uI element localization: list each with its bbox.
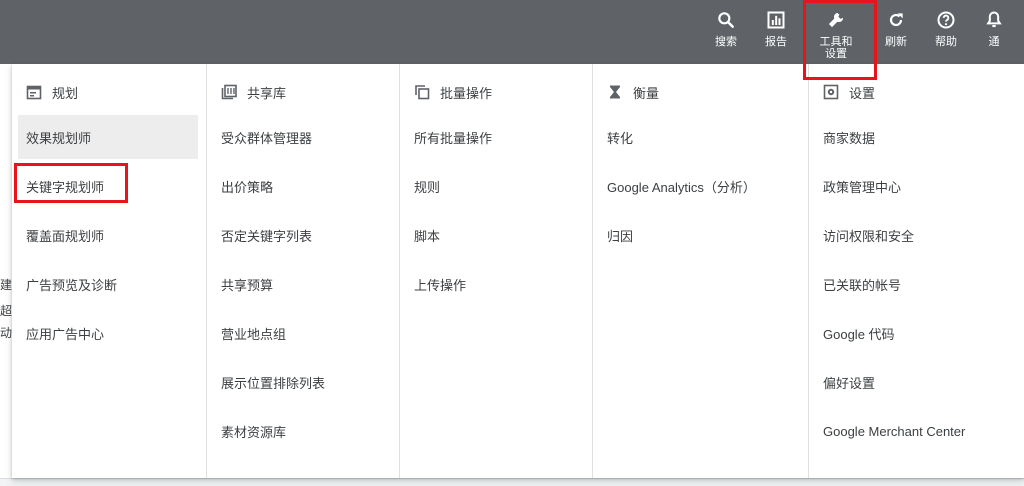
menu-item-scripts[interactable]: 脚本 [406, 213, 584, 257]
background-text: 建 [0, 278, 13, 292]
menu-item-asset-library[interactable]: 素材资源库 [213, 409, 391, 453]
help-button[interactable]: 帮助 [924, 10, 968, 58]
search-button[interactable]: 搜索 [704, 10, 748, 58]
menu-item-negative-keyword-lists[interactable]: 否定关键字列表 [213, 213, 391, 257]
background-page-bottom [0, 478, 1024, 486]
tools-and-settings-label: 工具和设置 [819, 36, 853, 60]
menu-item-reach-planner[interactable]: 覆盖面规划师 [18, 213, 198, 257]
background-text: 动 [0, 326, 13, 340]
refresh-icon [889, 13, 903, 27]
menu-item-location-groups[interactable]: 营业地点组 [213, 311, 391, 355]
column-heading: 设置 [823, 82, 875, 102]
menu-item-performance-planner[interactable]: 效果规划师 [18, 115, 198, 159]
menu-item-app-advertising-hub[interactable]: 应用广告中心 [18, 311, 198, 355]
help-icon [937, 11, 955, 29]
menu-item-preferences[interactable]: 偏好设置 [815, 360, 1016, 404]
library-icon [221, 84, 237, 100]
calendar-icon [26, 85, 42, 100]
column-heading-label: 规划 [52, 85, 79, 101]
column-heading: 规划 [26, 82, 78, 102]
background-page [0, 64, 12, 486]
settings-icon [823, 84, 839, 100]
column-heading-label: 衡量 [633, 85, 660, 101]
menu-item-bid-strategies[interactable]: 出价策略 [213, 164, 391, 208]
notifications-button[interactable]: 通 [974, 10, 1014, 58]
help-label: 帮助 [935, 36, 957, 48]
reports-icon [767, 11, 785, 29]
menu-column-planning: 规划 效果规划师 关键字规划师 覆盖面规划师 广告预览及诊断 应用广告中心 [12, 64, 206, 478]
tools-and-settings-button[interactable]: 工具和设置 [814, 10, 858, 60]
menu-column-setup: 设置 商家数据 政策管理中心 访问权限和安全 已关联的帐号 Google 代码 … [808, 64, 1024, 478]
menu-item-uploads[interactable]: 上传操作 [406, 262, 584, 306]
wrench-icon [828, 12, 844, 28]
reports-button[interactable]: 报告 [754, 10, 798, 58]
menu-item-google-tag[interactable]: Google 代码 [815, 311, 1016, 355]
menu-item-placement-exclusion-lists[interactable]: 展示位置排除列表 [213, 360, 391, 404]
column-heading-label: 批量操作 [440, 85, 493, 101]
background-text: 超 [0, 304, 13, 318]
menu-column-shared-library: 共享库 受众群体管理器 出价策略 否定关键字列表 共享预算 营业地点组 展示位置… [206, 64, 399, 478]
menu-item-attribution[interactable]: 归因 [599, 213, 800, 257]
menu-column-bulk-actions: 批量操作 所有批量操作 规则 脚本 上传操作 [399, 64, 592, 478]
menu-item-all-bulk-actions[interactable]: 所有批量操作 [406, 115, 584, 159]
search-label: 搜索 [715, 36, 737, 48]
search-icon [718, 12, 734, 28]
menu-item-ad-preview[interactable]: 广告预览及诊断 [18, 262, 198, 306]
bell-icon [986, 11, 1002, 28]
hourglass-icon [610, 85, 620, 99]
menu-item-rules[interactable]: 规则 [406, 164, 584, 208]
column-heading: 共享库 [221, 82, 286, 102]
menu-column-measurement: 衡量 转化 Google Analytics（分析） 归因 [592, 64, 808, 478]
reports-label: 报告 [765, 36, 787, 48]
menu-item-google-analytics[interactable]: Google Analytics（分析） [599, 164, 800, 208]
menu-item-google-merchant-center[interactable]: Google Merchant Center [815, 409, 1016, 453]
tools-and-settings-menu: 规划 效果规划师 关键字规划师 覆盖面规划师 广告预览及诊断 应用广告中心 共享… [12, 64, 1024, 478]
menu-item-linked-accounts[interactable]: 已关联的帐号 [815, 262, 1016, 306]
refresh-button[interactable]: 刷新 [874, 10, 918, 58]
menu-item-conversions[interactable]: 转化 [599, 115, 800, 159]
menu-item-keyword-planner[interactable]: 关键字规划师 [18, 164, 198, 208]
column-heading-label: 设置 [849, 85, 876, 101]
notifications-label: 通 [988, 36, 1000, 48]
copy-icon [415, 85, 430, 100]
top-bar: 搜索 报告 工具和设置 刷新 帮助 通 [0, 0, 1024, 64]
menu-item-policy-manager[interactable]: 政策管理中心 [815, 164, 1016, 208]
column-heading: 批量操作 [414, 82, 492, 102]
menu-item-business-data[interactable]: 商家数据 [815, 115, 1016, 159]
menu-item-access-and-security[interactable]: 访问权限和安全 [815, 213, 1016, 257]
column-heading-label: 共享库 [247, 85, 287, 101]
menu-item-audience-manager[interactable]: 受众群体管理器 [213, 115, 391, 159]
column-heading: 衡量 [607, 82, 659, 102]
refresh-label: 刷新 [885, 36, 907, 48]
menu-item-shared-budgets[interactable]: 共享预算 [213, 262, 391, 306]
